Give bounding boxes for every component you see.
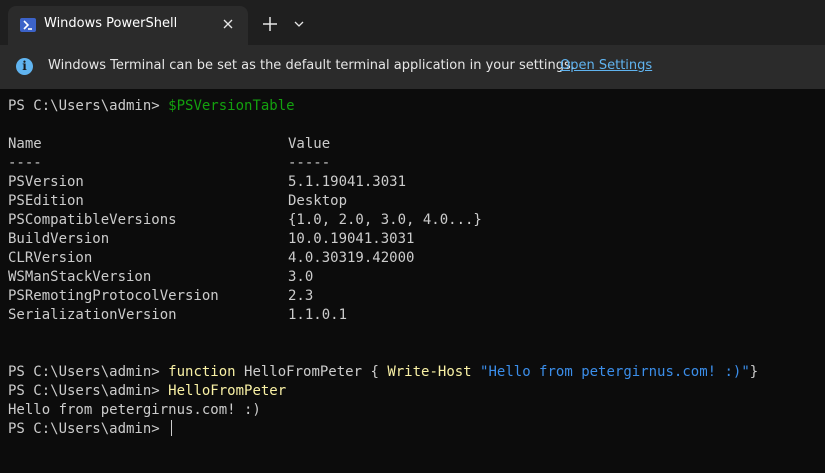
dropdown-button[interactable] <box>289 14 309 34</box>
row-value: 4.0.30319.42000 <box>288 250 415 266</box>
terminal-output[interactable]: PS C:\Users\admin> $PSVersionTable Name V… <box>8 97 818 467</box>
row-name: SerializationVersion <box>8 307 177 323</box>
tab-bar: Windows PowerShell <box>0 0 825 45</box>
row-name: PSVersion <box>8 174 84 190</box>
header-name: Name <box>8 136 42 152</box>
cmdlet-text: Write-Host <box>387 364 472 380</box>
closing-brace: } <box>749 364 759 380</box>
prompt: PS C:\Users\admin> <box>8 383 169 399</box>
row-name: PSRemotingProtocolVersion <box>8 288 219 304</box>
open-settings-link[interactable]: Open Settings <box>560 58 652 73</box>
close-icon[interactable] <box>220 16 236 32</box>
separator-name: ---- <box>8 155 42 171</box>
powershell-icon <box>20 18 36 32</box>
row-name: CLRVersion <box>8 250 93 266</box>
table-row: SerializationVersion 1.1.0.1 <box>8 306 818 325</box>
table-row: BuildVersion 10.0.19041.3031 <box>8 230 818 249</box>
row-name: WSManStackVersion <box>8 269 152 285</box>
tab-title: Windows PowerShell <box>44 16 178 31</box>
prompt: PS C:\Users\admin> <box>8 98 169 114</box>
command-line: PS C:\Users\admin> function HelloFromPet… <box>8 363 818 382</box>
function-keyword: function <box>168 364 236 380</box>
output-line: Hello from petergirnus.com! :) <box>8 402 261 418</box>
separator-value: ----- <box>288 155 331 171</box>
row-value: 10.0.19041.3031 <box>288 231 415 247</box>
row-value: 1.1.0.1 <box>288 307 348 323</box>
info-message: Windows Terminal can be set as the defau… <box>48 58 575 73</box>
terminal-window: Windows PowerShell i Windows Terminal ca… <box>0 0 825 473</box>
command-line: PS C:\Users\admin> <box>8 420 818 439</box>
table-row: PSRemotingProtocolVersion 2.3 <box>8 287 818 306</box>
row-value: 3.0 <box>288 269 314 285</box>
header-value: Value <box>288 136 331 152</box>
command-line: PS C:\Users\admin> $PSVersionTable <box>8 97 818 116</box>
table-row: PSEdition Desktop <box>8 192 818 211</box>
table-row: WSManStackVersion 3.0 <box>8 268 818 287</box>
row-value: {1.0, 2.0, 3.0, 4.0...} <box>288 212 482 228</box>
row-value: 2.3 <box>288 288 314 304</box>
plus-icon <box>263 17 277 31</box>
command-text: $PSVersionTable <box>168 98 295 114</box>
space-text <box>472 364 480 380</box>
row-value: Desktop <box>288 193 348 209</box>
row-name: PSCompatibleVersions <box>8 212 177 228</box>
function-name: HelloFromPeter { <box>235 364 388 380</box>
table-separator: ---- ----- <box>8 154 818 173</box>
command-line: PS C:\Users\admin> HelloFromPeter <box>8 382 818 401</box>
row-name: PSEdition <box>8 193 84 209</box>
row-value: 5.1.19041.3031 <box>288 174 407 190</box>
prompt: PS C:\Users\admin> <box>8 421 169 437</box>
string-text: "Hello from petergirnus.com! :)" <box>480 364 750 380</box>
prompt: PS C:\Users\admin> <box>8 364 169 380</box>
text-cursor <box>171 420 173 436</box>
table-row: CLRVersion 4.0.30319.42000 <box>8 249 818 268</box>
new-tab-button[interactable] <box>258 12 282 36</box>
table-header: Name Value <box>8 135 818 154</box>
chevron-down-icon <box>294 21 304 27</box>
table-row: PSVersion 5.1.19041.3031 <box>8 173 818 192</box>
table-row: PSCompatibleVersions {1.0, 2.0, 3.0, 4.0.… <box>8 211 818 230</box>
tab-powershell[interactable]: Windows PowerShell <box>8 6 248 45</box>
row-name: BuildVersion <box>8 231 110 247</box>
info-bar: i Windows Terminal can be set as the def… <box>0 45 825 89</box>
info-icon: i <box>16 58 33 75</box>
command-text: HelloFromPeter <box>168 383 287 399</box>
